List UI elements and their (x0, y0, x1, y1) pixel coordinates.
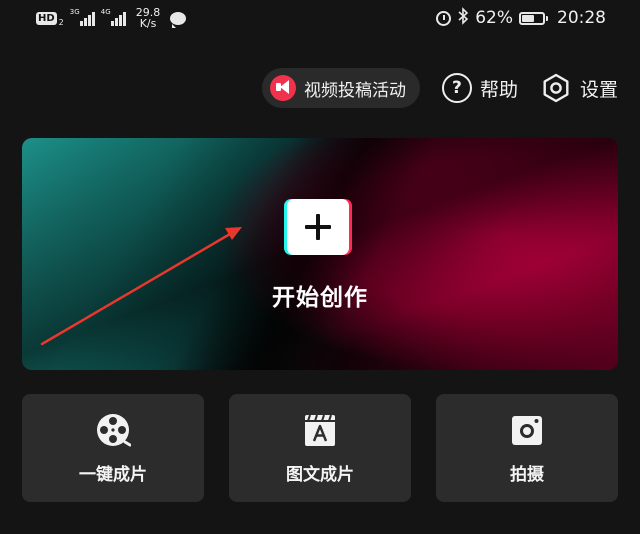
camera-icon (509, 412, 545, 448)
megaphone-icon (269, 75, 296, 101)
shoot-label: 拍摄 (510, 464, 544, 485)
app-screen: HD 2 3G 4G 29.8 K/s 62% 20:28 视频投稿活动 ? 帮… (0, 0, 640, 534)
tools-row: 一键成片 图文成片 拍摄 (22, 394, 618, 502)
alarm-icon (436, 10, 452, 26)
clock: 20:28 (557, 8, 606, 28)
signal-2-icon: 4G (100, 8, 126, 26)
status-bar-right: 62% 20:28 (436, 7, 606, 29)
hd-voice-badge: HD (36, 11, 57, 25)
start-creating-label: 开始创作 (272, 285, 368, 311)
battery-icon (519, 11, 548, 25)
battery-percent: 62% (475, 8, 513, 28)
video-campaign-label: 视频投稿活动 (303, 80, 406, 101)
plus-icon (305, 214, 331, 240)
hd-voice-sub: 2 (58, 17, 64, 27)
settings-label: 设置 (579, 78, 618, 101)
text-clapper-icon (302, 412, 338, 448)
help-button[interactable]: ? 帮助 (441, 73, 518, 103)
bluetooth-icon (457, 7, 469, 29)
shoot-button[interactable]: 拍摄 (436, 394, 618, 502)
video-campaign-button[interactable]: 视频投稿活动 (261, 68, 420, 108)
battery-fill (522, 14, 534, 22)
one-click-video-button[interactable]: 一键成片 (22, 394, 204, 502)
help-label: 帮助 (479, 78, 518, 101)
text-to-video-button[interactable]: 图文成片 (229, 394, 411, 502)
one-click-video-label: 一键成片 (79, 464, 147, 485)
status-bar-left: HD 2 3G 4G 29.8 K/s (36, 7, 187, 29)
settings-button[interactable]: 设置 (540, 72, 618, 104)
film-reel-icon (95, 412, 131, 448)
start-creating-plus-button[interactable] (287, 199, 349, 255)
network-speed: 29.8 K/s (136, 7, 161, 29)
text-to-video-label: 图文成片 (286, 464, 354, 485)
top-actions: 视频投稿活动 ? 帮助 设置 (261, 68, 618, 108)
message-notification-icon (170, 11, 187, 28)
status-bar: HD 2 3G 4G 29.8 K/s 62% 20:28 (0, 0, 640, 36)
help-icon: ? (441, 73, 472, 103)
signal-1-generation: 3G (69, 8, 80, 16)
signal-2-generation: 4G (100, 8, 111, 16)
start-creating-banner[interactable]: 开始创作 (22, 138, 618, 370)
signal-1-icon: 3G (69, 8, 95, 26)
hexagon-settings-icon (540, 72, 572, 104)
network-speed-unit: K/s (139, 17, 157, 30)
